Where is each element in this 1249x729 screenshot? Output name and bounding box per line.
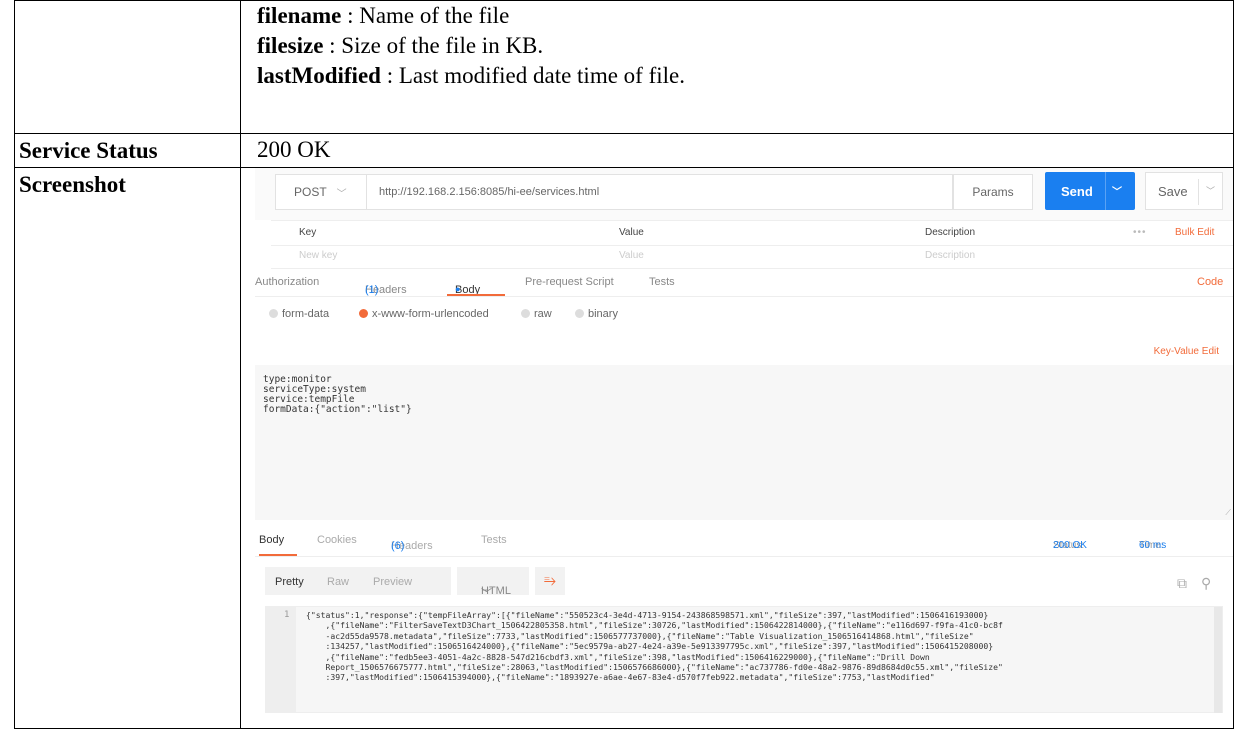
service-status-row: Service Status 200 OK (14, 133, 1234, 168)
request-bar: POST ﹀ http://192.168.2.156:8085/hi-ee/se… (255, 168, 1233, 220)
field-filesize: filesize : Size of the file in KB. (241, 31, 1233, 61)
tab-cookies[interactable]: Cookies (317, 534, 357, 546)
field-filename: filename : Name of the file (241, 1, 1233, 31)
body-indicator-dot: ● (455, 284, 461, 294)
response-tabs: Body Cookies Headers (6) Tests Status: 2… (255, 528, 1233, 557)
new-description-input[interactable]: Description (925, 250, 975, 261)
field-name: filename (257, 3, 342, 28)
request-tabs: Authorization Headers (1) Body ● Pre-req… (255, 268, 1233, 297)
radio-label: form-data (282, 308, 330, 320)
chevron-down-icon: ﹀ (336, 188, 347, 200)
active-tab-underline (447, 294, 505, 296)
chevron-down-icon[interactable]: ﹀ (1112, 183, 1122, 198)
radio-icon (521, 309, 530, 318)
response-json-text: {"status":1,"response":{"tempFileArray":… (306, 610, 1003, 683)
tab-response-tests[interactable]: Tests (481, 534, 507, 546)
field-name: filesize (257, 33, 324, 58)
radio-raw[interactable]: raw (521, 308, 552, 320)
send-divider (1105, 172, 1106, 210)
tab-response-body[interactable]: Body (259, 534, 284, 546)
method-select[interactable]: POST ﹀ (275, 174, 367, 210)
view-raw-button[interactable]: Raw (327, 576, 349, 588)
bulk-edit-link[interactable]: Bulk Edit (1175, 227, 1214, 238)
request-body-editor[interactable]: type:monitor serviceType:system service:… (255, 365, 1233, 520)
status-value: 200 OK (1053, 540, 1087, 551)
radio-label: raw (534, 308, 552, 320)
radio-label: x-www-form-urlencoded (372, 308, 489, 320)
time-value: 60 ms (1139, 540, 1167, 551)
params-button[interactable]: Params (953, 174, 1033, 210)
radio-icon (269, 309, 278, 318)
copy-icon[interactable]: ⧉ (1177, 575, 1187, 592)
save-divider (1198, 179, 1199, 205)
method-label: POST (294, 185, 327, 199)
resize-handle-icon[interactable]: ⟋ (1225, 508, 1231, 518)
postman-screenshot: POST ﹀ http://192.168.2.156:8085/hi-ee/se… (255, 168, 1233, 713)
more-icon[interactable]: ••• (1133, 227, 1147, 238)
screenshot-label-cell: Screenshot (14, 167, 241, 729)
format-dropdown[interactable]: HTML ﹀ (457, 567, 529, 600)
fields-description-cell: filename : Name of the file filesize : S… (240, 0, 1234, 134)
headers-count-badge: (1) (365, 284, 379, 296)
field-lastmodified: lastModified : Last modified date time o… (241, 61, 1233, 91)
view-pretty-button[interactable]: Pretty (275, 576, 304, 588)
line-number: 1 (284, 610, 290, 620)
chevron-down-icon: ﹀ (481, 588, 492, 600)
params-new-row: New key Value Description (271, 244, 1233, 269)
tab-prerequest-script[interactable]: Pre-request Script (525, 276, 614, 288)
response-headers-count: (6) (391, 540, 405, 552)
radio-selected-icon (359, 309, 368, 318)
service-status-label: Service Status (19, 138, 158, 163)
response-scrollbar[interactable] (1214, 607, 1222, 713)
response-body: 1 {"status":1,"response":{"tempFileArray… (265, 606, 1223, 713)
screenshot-label: Screenshot (19, 172, 126, 197)
radio-icon (575, 309, 584, 318)
fields-row: filename : Name of the file filesize : S… (14, 0, 1234, 134)
field-desc: : Name of the file (341, 3, 510, 28)
url-input[interactable]: http://192.168.2.156:8085/hi-ee/services… (367, 174, 953, 210)
radio-urlencoded[interactable]: x-www-form-urlencoded (359, 308, 489, 320)
code-link[interactable]: Code (1197, 276, 1223, 288)
url-text: http://192.168.2.156:8085/hi-ee/services… (379, 186, 600, 198)
description-column-header: Description (925, 227, 976, 238)
field-desc: : Size of the file in KB. (323, 33, 544, 58)
search-icon[interactable]: ⚲ (1201, 575, 1211, 592)
request-body-text: type:monitor serviceType:system service:… (263, 374, 412, 415)
field-desc: : Last modified date time of file. (380, 63, 685, 88)
service-status-value-cell: 200 OK (240, 133, 1234, 168)
new-key-input[interactable]: New key (299, 250, 337, 261)
field-name: lastModified (257, 63, 381, 88)
key-value-edit-bar: Key-Value Edit (255, 340, 1233, 366)
radio-binary[interactable]: binary (575, 308, 618, 320)
send-button[interactable]: Send ﹀ (1045, 172, 1135, 210)
fields-label-cell (14, 0, 241, 134)
api-doc-table: filename : Name of the file filesize : S… (14, 0, 1234, 729)
view-preview-button[interactable]: Preview (373, 576, 412, 588)
screenshot-row: Screenshot POST ﹀ http://192.168.2.156:80… (14, 167, 1234, 729)
response-tab-underline (259, 554, 297, 556)
service-status-label-cell: Service Status (14, 133, 241, 168)
value-column-header: Value (619, 227, 644, 238)
chevron-down-icon[interactable]: ﹀ (1206, 184, 1215, 197)
line-number-gutter: 1 (266, 607, 296, 713)
params-table-header: Key Value Description ••• Bulk Edit (271, 220, 1233, 246)
service-status-value: 200 OK (257, 137, 331, 162)
key-column-header: Key (299, 227, 317, 238)
new-value-input[interactable]: Value (619, 250, 644, 261)
screenshot-cell: POST ﹀ http://192.168.2.156:8085/hi-ee/se… (240, 167, 1234, 729)
tab-authorization[interactable]: Authorization (255, 276, 319, 288)
key-value-edit-link[interactable]: Key-Value Edit (1154, 346, 1219, 357)
view-mode-group: Pretty Raw Preview (265, 567, 451, 595)
tab-tests[interactable]: Tests (649, 276, 675, 288)
params-label: Params (972, 185, 1014, 199)
wrap-lines-icon[interactable]: ⥱ (535, 567, 565, 595)
save-button[interactable]: Save ﹀ (1145, 172, 1223, 210)
radio-form-data[interactable]: form-data (269, 308, 329, 320)
save-label: Save (1158, 183, 1188, 199)
send-label: Send (1061, 183, 1093, 199)
radio-label: binary (588, 308, 618, 320)
